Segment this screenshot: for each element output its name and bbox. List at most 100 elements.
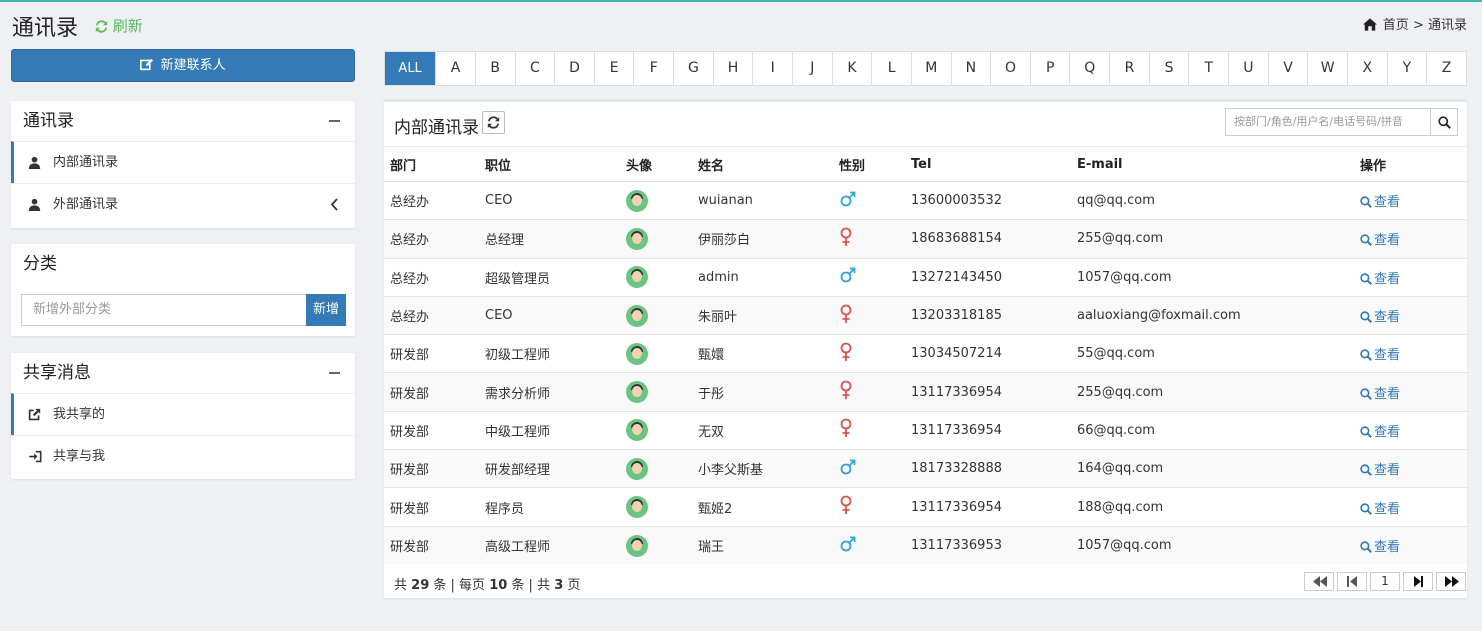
first-page-button[interactable]: [1304, 572, 1334, 591]
nav-item-label: 我共享的: [53, 407, 106, 422]
search-input[interactable]: 按部门/角色/用户名/电话号码/拼音: [1225, 108, 1431, 136]
alpha-filter-g[interactable]: G: [673, 52, 713, 85]
nav-item-my-shared[interactable]: 我共享的: [11, 393, 355, 435]
view-label: 查看: [1374, 540, 1401, 556]
view-link[interactable]: 查看: [1360, 540, 1400, 555]
view-link[interactable]: 查看: [1360, 348, 1400, 363]
alpha-filter-b[interactable]: B: [474, 52, 515, 85]
view-link[interactable]: 查看: [1360, 195, 1400, 210]
table-row: 总经办 CEO 朱丽叶 13203318185 aaluoxiang@foxmail.c…: [384, 295, 1467, 335]
fast-backward-icon: [1313, 576, 1327, 587]
alpha-filter-w[interactable]: W: [1307, 52, 1347, 85]
alpha-filter-z[interactable]: Z: [1426, 52, 1466, 85]
cell-action: 查看: [1354, 525, 1467, 565]
category-input[interactable]: 新增外部分类: [21, 294, 306, 326]
search-button[interactable]: [1430, 108, 1458, 136]
alpha-filter-u[interactable]: U: [1228, 52, 1268, 85]
view-label: 查看: [1374, 310, 1401, 326]
view-link[interactable]: 查看: [1360, 310, 1400, 325]
search-icon: [1360, 196, 1372, 209]
alpha-filter-q[interactable]: Q: [1069, 52, 1109, 85]
page-count: 3: [554, 578, 564, 593]
nav-item-shared-with-me[interactable]: 共享与我: [11, 435, 355, 477]
collapse-icon[interactable]: [329, 120, 340, 122]
collapse-icon[interactable]: [329, 372, 340, 374]
share-out-icon: [28, 408, 41, 421]
cell-dept: 总经办: [384, 219, 479, 259]
view-link[interactable]: 查看: [1360, 272, 1400, 287]
female-icon: [839, 304, 853, 328]
table-body: 总经办 CEO wuianan 13600003532 qq@qq.com 查看 总经办 总经…: [384, 180, 1467, 565]
alpha-filter-j[interactable]: J: [792, 52, 832, 85]
alpha-filter-k[interactable]: K: [831, 52, 872, 85]
breadcrumb-home[interactable]: 首页: [1383, 18, 1409, 33]
view-label: 查看: [1374, 463, 1401, 479]
column-header: 性别: [833, 146, 905, 182]
alpha-filter-e[interactable]: E: [593, 52, 634, 85]
total-prefix: 共: [394, 578, 408, 593]
avatar-icon: [626, 227, 648, 250]
cell-name: 伊丽莎白: [692, 219, 833, 259]
per-page-count: 10: [489, 578, 508, 593]
alpha-filter-d[interactable]: D: [554, 52, 594, 85]
cell-name: 甄姬2: [692, 487, 833, 527]
cell-action: 查看: [1354, 449, 1467, 488]
chevron-left-icon[interactable]: [330, 198, 339, 211]
cell-position: CEO: [479, 180, 620, 220]
cell-tel: 13117336953: [905, 525, 1071, 565]
last-page-button[interactable]: [1436, 572, 1466, 591]
view-label: 查看: [1374, 501, 1401, 517]
cell-position: 高级工程师: [479, 525, 620, 565]
contacts-table-title: 内部通讯录: [394, 118, 479, 138]
alpha-filter-l[interactable]: L: [871, 52, 911, 85]
female-icon: [839, 227, 853, 251]
table-row: 研发部 高级工程师 瑞王 13117336953 1057@qq.com 查看: [384, 525, 1467, 565]
nav-item-label: 外部通讯录: [53, 197, 119, 212]
search-icon: [1360, 464, 1372, 477]
alpha-filter-i[interactable]: I: [752, 52, 792, 85]
alpha-filter-n[interactable]: N: [950, 52, 991, 85]
alpha-filter-o[interactable]: O: [990, 52, 1030, 85]
alpha-filter-y[interactable]: Y: [1386, 52, 1427, 85]
next-page-button[interactable]: [1403, 572, 1433, 591]
alpha-filter-s[interactable]: S: [1148, 52, 1189, 85]
view-link[interactable]: 查看: [1360, 463, 1400, 478]
refresh-link[interactable]: 刷新: [95, 15, 143, 36]
table-refresh-button[interactable]: [482, 111, 505, 134]
cell-email: qq@qq.com: [1071, 180, 1354, 220]
alpha-filter-x[interactable]: X: [1346, 52, 1387, 85]
alpha-filter-t[interactable]: T: [1188, 52, 1228, 85]
cell-email: 66@qq.com: [1071, 410, 1354, 450]
alpha-filter-f[interactable]: F: [633, 52, 673, 85]
avatar-icon: [626, 189, 648, 212]
fast-forward-icon: [1445, 576, 1459, 587]
view-link[interactable]: 查看: [1360, 502, 1400, 517]
cell-position: 中级工程师: [479, 410, 620, 450]
alpha-filter-m[interactable]: M: [910, 52, 951, 85]
alpha-filter-c[interactable]: C: [514, 52, 555, 85]
cell-email: 1057@qq.com: [1071, 525, 1354, 565]
add-category-button[interactable]: 新增: [306, 294, 346, 326]
alpha-filter-r[interactable]: R: [1109, 52, 1149, 85]
nav-item-external-contacts[interactable]: 外部通讯录: [11, 183, 355, 225]
alpha-filter-h[interactable]: H: [712, 52, 753, 85]
share-in-icon: [29, 450, 42, 463]
page-number[interactable]: 1: [1370, 572, 1400, 591]
cell-tel: 13117336954: [905, 410, 1071, 450]
cell-action: 查看: [1354, 219, 1467, 259]
new-contact-button[interactable]: 新建联系人: [11, 49, 355, 82]
alpha-filter-v[interactable]: V: [1267, 52, 1308, 85]
alpha-filter-a[interactable]: A: [435, 52, 475, 85]
prev-page-button[interactable]: [1337, 572, 1367, 591]
view-link[interactable]: 查看: [1360, 387, 1400, 402]
view-link[interactable]: 查看: [1360, 425, 1400, 440]
nav-item-internal-contacts[interactable]: 内部通讯录: [11, 141, 355, 183]
alpha-filter-all[interactable]: ALL: [385, 52, 436, 85]
cell-action: 查看: [1354, 295, 1467, 335]
breadcrumb-separator: >: [1412, 18, 1424, 33]
cell-name: 于彤: [692, 372, 833, 412]
search-icon: [1360, 426, 1372, 438]
view-label: 查看: [1374, 348, 1401, 364]
view-link[interactable]: 查看: [1360, 233, 1400, 248]
alpha-filter-p[interactable]: P: [1029, 52, 1070, 85]
